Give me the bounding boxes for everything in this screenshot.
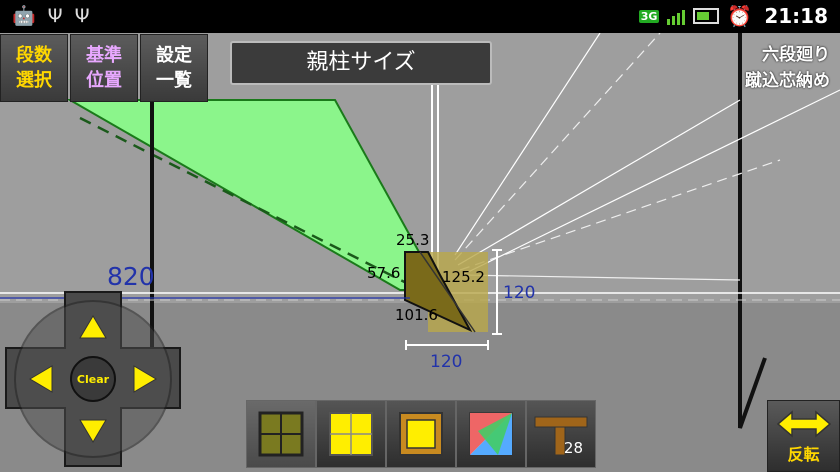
riser-alignment-label: 蹴込芯納め <box>745 71 830 91</box>
alarm-icon: ⏰ <box>727 4 753 28</box>
post-width-dimension: 120 <box>430 352 463 372</box>
settings-list-button[interactable]: 設定 一覧 <box>140 34 208 102</box>
reverse-button[interactable]: 反転 <box>767 400 840 472</box>
btn-label-line1: 段数 <box>16 45 52 66</box>
reverse-label: 反転 <box>787 445 820 464</box>
measurement-left: 57.6 <box>367 264 401 282</box>
direction-pad[interactable]: Clear <box>0 286 186 472</box>
battery-icon <box>693 8 720 24</box>
framed-square-icon <box>399 412 443 456</box>
notification-icons: 🤖 Ψ Ψ <box>12 5 90 27</box>
beam-count-badge: 28 <box>563 439 583 457</box>
swap-arrows-icon <box>776 410 831 438</box>
status-bar: 🤖 Ψ Ψ 3G ⏰ 21:18 <box>0 0 840 33</box>
post-type-framed-button[interactable] <box>386 400 456 468</box>
btn-label-line2: 選択 <box>16 70 52 91</box>
quartered-square-icon <box>258 411 304 457</box>
measurement-top: 25.3 <box>396 231 430 249</box>
btn-label-line2: 一覧 <box>156 70 192 91</box>
post-type-quartered-button[interactable] <box>246 400 316 468</box>
page-title: 親柱サイズ <box>230 41 492 85</box>
btn-label-line1: 基準 <box>86 45 122 66</box>
clear-label: Clear <box>77 373 110 386</box>
network-type-badge: 3G <box>638 9 660 23</box>
reference-position-button[interactable]: 基準 位置 <box>70 34 138 102</box>
android-debug-icon: 🤖 <box>12 5 36 27</box>
signal-strength-icon <box>667 7 686 25</box>
btn-label-line1: 設定 <box>156 45 192 66</box>
cross-square-icon <box>329 412 373 456</box>
measurement-diagonal: 125.2 <box>442 268 485 286</box>
post-height-dimension: 120 <box>503 283 536 303</box>
usb-storage-icon: Ψ <box>74 5 90 27</box>
post-type-cross-button[interactable] <box>316 400 386 468</box>
stair-type-label: 六段廻り <box>762 45 830 65</box>
post-type-toolbar: 28 <box>246 400 596 468</box>
step-count-select-button[interactable]: 段数 選択 <box>0 34 68 102</box>
measurement-bottom: 101.6 <box>395 306 438 324</box>
post-type-beam-button[interactable]: 28 <box>526 400 596 468</box>
triangle-split-icon <box>469 412 513 456</box>
btn-label-line2: 位置 <box>86 70 122 91</box>
clock: 21:18 <box>764 4 828 28</box>
usb-icon: Ψ <box>47 5 63 27</box>
post-type-triangle-button[interactable] <box>456 400 526 468</box>
